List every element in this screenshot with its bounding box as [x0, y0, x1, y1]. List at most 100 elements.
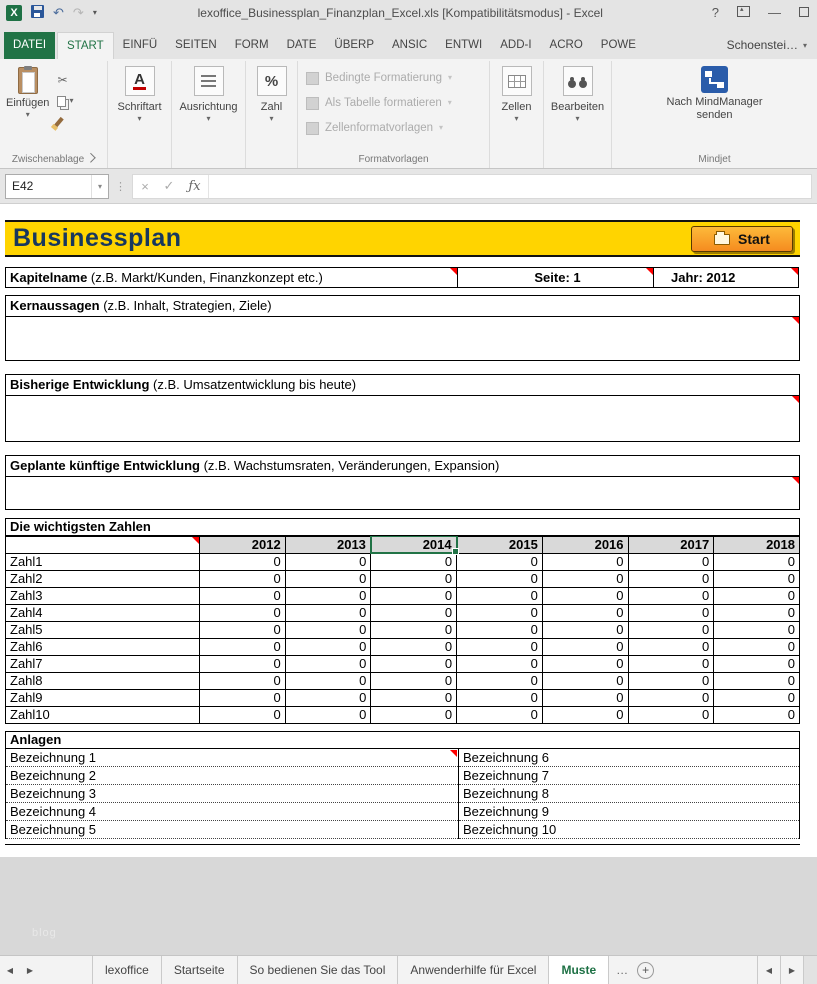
value-cell[interactable]: 0 — [285, 553, 371, 570]
value-cell[interactable]: 0 — [457, 553, 543, 570]
anlagen-item[interactable]: Bezeichnung 9 — [459, 803, 799, 821]
value-cell[interactable]: 0 — [371, 706, 457, 723]
value-cell[interactable]: 0 — [457, 706, 543, 723]
row-label-cell[interactable]: Zahl9 — [6, 689, 200, 706]
formula-input[interactable] — [209, 175, 811, 198]
insert-function-icon[interactable]: ƒx — [181, 175, 209, 198]
value-cell[interactable]: 0 — [285, 604, 371, 621]
value-cell[interactable]: 0 — [542, 655, 628, 672]
more-sheets-indicator[interactable]: … — [609, 956, 635, 984]
anlagen-title-cell[interactable]: Anlagen — [5, 731, 800, 749]
anlagen-item[interactable]: Bezeichnung 4 — [6, 803, 458, 821]
value-cell[interactable]: 0 — [457, 604, 543, 621]
value-cell[interactable]: 0 — [200, 621, 286, 638]
undo-icon[interactable]: ↶ — [53, 6, 64, 19]
anlagen-item[interactable]: Bezeichnung 8 — [459, 785, 799, 803]
value-cell[interactable]: 0 — [285, 570, 371, 587]
value-cell[interactable]: 0 — [457, 570, 543, 587]
year-header-2016[interactable]: 2016 — [542, 536, 628, 553]
value-cell[interactable]: 0 — [200, 689, 286, 706]
copy-button[interactable]: ▾ — [57, 94, 73, 108]
value-cell[interactable]: 0 — [457, 689, 543, 706]
value-cell[interactable]: 0 — [457, 672, 543, 689]
value-cell[interactable]: 0 — [200, 604, 286, 621]
value-cell[interactable]: 0 — [285, 587, 371, 604]
font-group-button[interactable]: A Schriftart ▾ — [108, 61, 172, 168]
year-header-2015[interactable]: 2015 — [457, 536, 543, 553]
row-label-cell[interactable]: Zahl10 — [6, 706, 200, 723]
section-title-cell[interactable]: Kernaussagen (z.B. Inhalt, Strategien, Z… — [6, 296, 799, 317]
section-title-cell[interactable]: Geplante künftige Entwicklung (z.B. Wach… — [6, 456, 799, 477]
format-painter-button[interactable] — [57, 115, 73, 129]
value-cell[interactable]: 0 — [714, 587, 800, 604]
value-cell[interactable]: 0 — [285, 621, 371, 638]
zahlen-corner-cell[interactable] — [6, 536, 200, 553]
value-cell[interactable]: 0 — [371, 553, 457, 570]
value-cell[interactable]: 0 — [457, 587, 543, 604]
row-label-cell[interactable]: Zahl1 — [6, 553, 200, 570]
value-cell[interactable]: 0 — [371, 689, 457, 706]
value-cell[interactable]: 0 — [714, 672, 800, 689]
year-header-2018[interactable]: 2018 — [714, 536, 800, 553]
value-cell[interactable]: 0 — [628, 587, 714, 604]
value-cell[interactable]: 0 — [714, 689, 800, 706]
value-cell[interactable]: 0 — [371, 672, 457, 689]
value-cell[interactable]: 0 — [542, 706, 628, 723]
value-cell[interactable]: 0 — [371, 621, 457, 638]
year-header-2013[interactable]: 2013 — [285, 536, 371, 553]
value-cell[interactable]: 0 — [714, 638, 800, 655]
value-cell[interactable]: 0 — [457, 655, 543, 672]
value-cell[interactable]: 0 — [714, 706, 800, 723]
row-label-cell[interactable]: Zahl6 — [6, 638, 200, 655]
ribbon-tab-form[interactable]: FORM — [226, 32, 278, 59]
sheet-tab-muster[interactable]: Muste — [549, 956, 609, 984]
row-label-cell[interactable]: Zahl7 — [6, 655, 200, 672]
start-button[interactable]: Start — [691, 226, 793, 252]
value-cell[interactable]: 0 — [714, 553, 800, 570]
value-cell[interactable]: 0 — [200, 672, 286, 689]
anlagen-item[interactable]: Bezeichnung 10 — [459, 821, 799, 839]
sheet-tab-lexoffice[interactable]: lexoffice — [92, 956, 162, 984]
value-cell[interactable]: 0 — [628, 706, 714, 723]
section-input-area[interactable] — [6, 477, 799, 509]
paste-button[interactable]: Einfügen ▾ — [6, 65, 49, 150]
minimize-icon[interactable]: — — [768, 6, 781, 19]
ribbon-tab-start[interactable]: START — [57, 32, 114, 59]
alignment-group-button[interactable]: Ausrichtung ▾ — [172, 61, 246, 168]
value-cell[interactable]: 0 — [714, 621, 800, 638]
value-cell[interactable]: 0 — [542, 672, 628, 689]
sheet-tab-startseite[interactable]: Startseite — [162, 956, 238, 984]
sheet-nav-left-icon[interactable]: ◀ — [0, 956, 20, 984]
row-label-cell[interactable]: Zahl4 — [6, 604, 200, 621]
row-label-cell[interactable]: Zahl3 — [6, 587, 200, 604]
value-cell[interactable]: 0 — [200, 553, 286, 570]
ribbon-tab-date[interactable]: DATE — [278, 32, 326, 59]
value-cell[interactable]: 0 — [371, 570, 457, 587]
value-cell[interactable]: 0 — [542, 553, 628, 570]
ribbon-tab-powe[interactable]: POWE — [592, 32, 645, 59]
value-cell[interactable]: 0 — [200, 570, 286, 587]
value-cell[interactable]: 0 — [457, 621, 543, 638]
value-cell[interactable]: 0 — [628, 604, 714, 621]
value-cell[interactable]: 0 — [200, 706, 286, 723]
value-cell[interactable]: 0 — [200, 587, 286, 604]
number-group-button[interactable]: % Zahl ▾ — [246, 61, 298, 168]
anlagen-item[interactable]: Bezeichnung 2 — [6, 767, 458, 785]
value-cell[interactable]: 0 — [285, 638, 371, 655]
value-cell[interactable]: 0 — [628, 638, 714, 655]
section-title-cell[interactable]: Bisherige Entwicklung (z.B. Umsatzentwic… — [6, 375, 799, 396]
scroll-right-icon[interactable]: ▶ — [781, 956, 804, 984]
value-cell[interactable]: 0 — [714, 570, 800, 587]
ribbon-tab-add-i[interactable]: ADD-I — [491, 32, 540, 59]
help-icon[interactable]: ? — [712, 6, 719, 19]
value-cell[interactable]: 0 — [542, 621, 628, 638]
anlagen-item[interactable]: Bezeichnung 5 — [6, 821, 458, 839]
value-cell[interactable]: 0 — [371, 587, 457, 604]
scroll-left-icon[interactable]: ◀ — [758, 956, 781, 984]
value-cell[interactable]: 0 — [371, 638, 457, 655]
value-cell[interactable]: 0 — [628, 553, 714, 570]
row-label-cell[interactable]: Zahl2 — [6, 570, 200, 587]
sheet-tab-so-bedienen-sie-das-tool[interactable]: So bedienen Sie das Tool — [238, 956, 399, 984]
seite-cell[interactable]: Seite: 1 — [457, 267, 654, 288]
kapitelname-cell[interactable]: Kapitelname (z.B. Markt/Kunden, Finanzko… — [5, 267, 458, 288]
